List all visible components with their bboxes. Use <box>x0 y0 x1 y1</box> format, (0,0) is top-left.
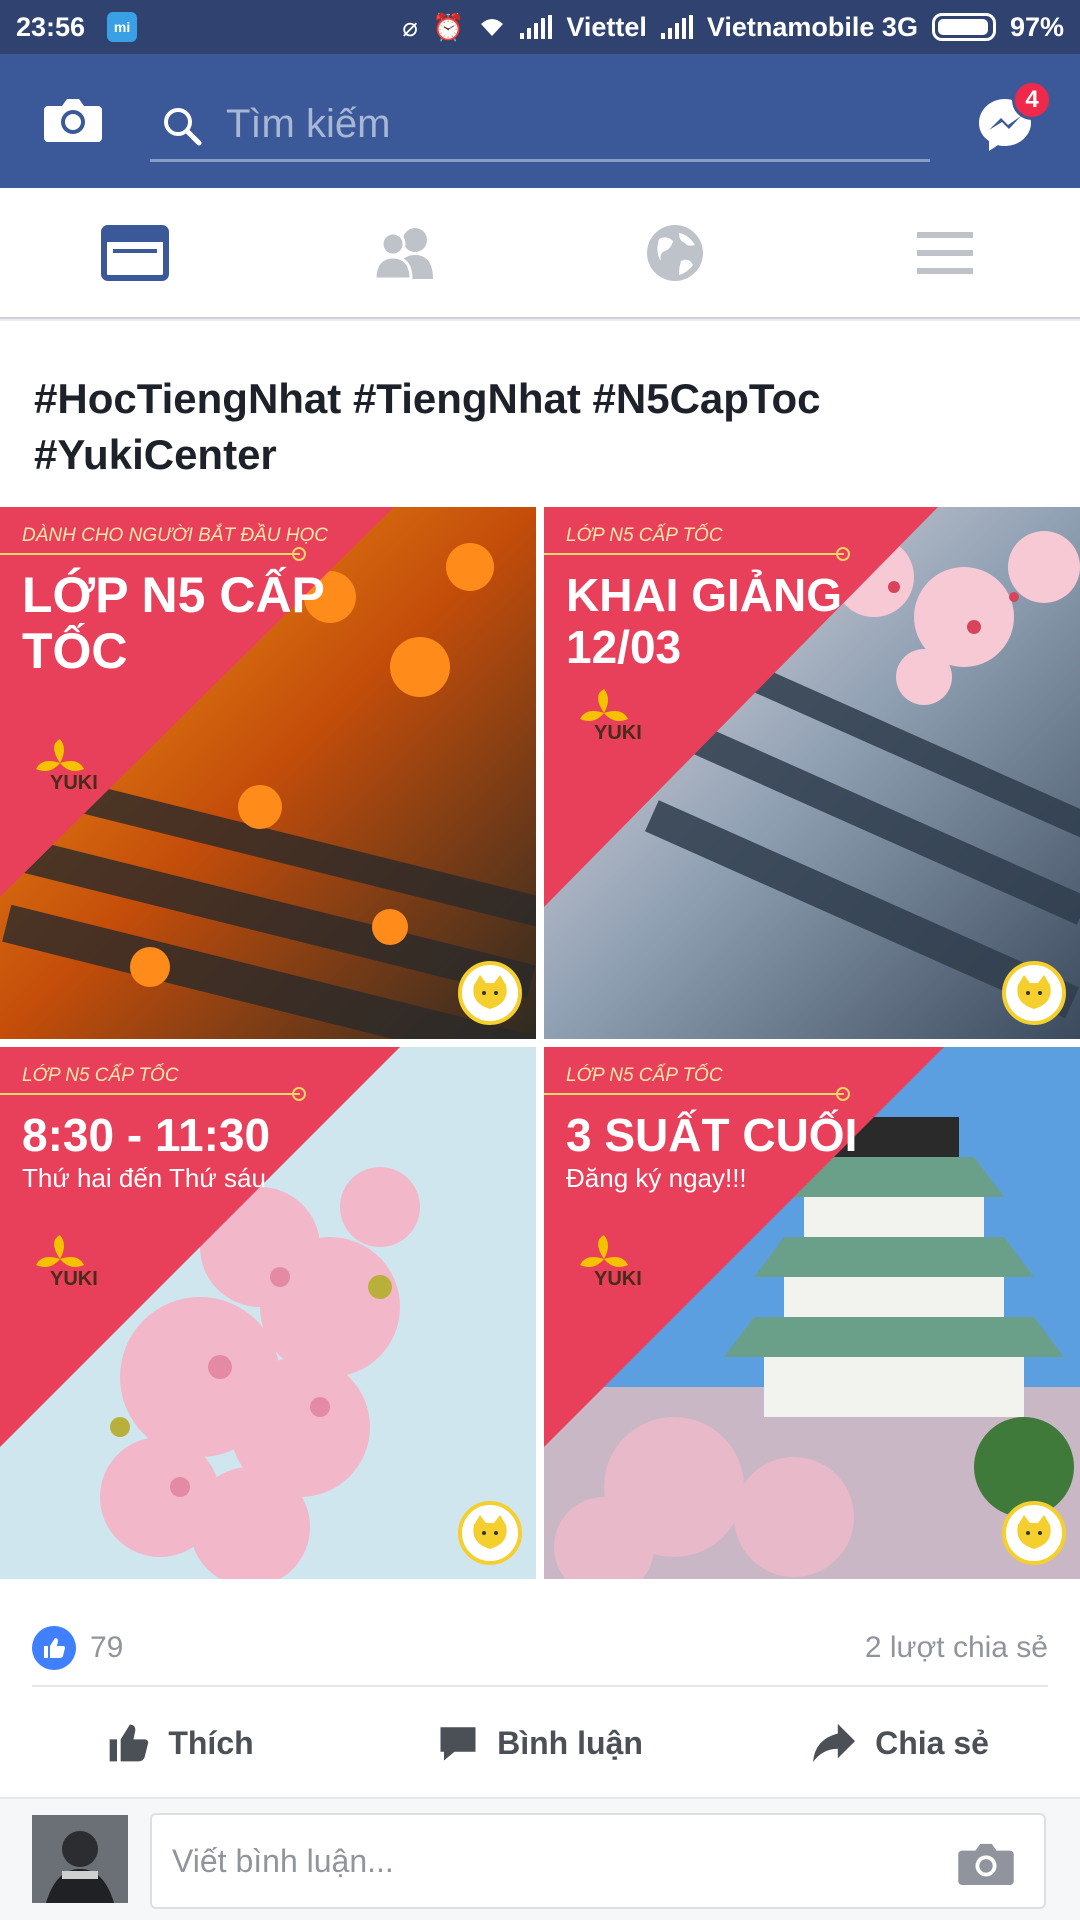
tile-headline: 3 SUẤT CUỐI <box>566 1109 858 1161</box>
alarm-icon: ⏰ <box>431 11 465 42</box>
tile-divider <box>0 1093 300 1095</box>
photo-tile-3[interactable]: LỚP N5 CẤP TỐC 8:30 - 11:30 Thứ hai đến … <box>0 1047 536 1579</box>
status-time: 23:56 <box>16 11 86 42</box>
signal-icon <box>520 15 553 39</box>
camera-icon[interactable] <box>44 96 102 142</box>
comment-button[interactable]: Bình luận <box>360 1691 720 1795</box>
avatar[interactable] <box>32 1815 128 1903</box>
mascot-icon <box>458 961 522 1025</box>
tile-divider-dot <box>836 1087 850 1101</box>
messenger-badge: 4 <box>1012 80 1052 120</box>
signal-icon-2 <box>660 15 693 39</box>
yuki-logo: YUKI <box>580 1235 642 1289</box>
yuki-logo-text: YUKI <box>594 722 642 743</box>
yuki-logo: YUKI <box>36 739 98 793</box>
comment-composer <box>0 1797 1080 1920</box>
tab-notifications[interactable] <box>540 188 810 317</box>
comment-input[interactable] <box>172 1833 932 1889</box>
search-icon <box>164 108 202 146</box>
share-label: Chia sẻ <box>875 1724 989 1761</box>
tile-divider <box>544 553 844 555</box>
tab-menu[interactable] <box>810 188 1080 317</box>
tile-kicker: LỚP N5 CẤP TỐC <box>566 525 723 546</box>
comment-label: Bình luận <box>497 1724 643 1761</box>
news-feed-icon <box>101 224 169 281</box>
nav-tabs <box>0 188 1080 319</box>
mascot-icon <box>1002 961 1066 1025</box>
post-stats: 79 2 lượt chia sẻ <box>32 1611 1048 1687</box>
post-text: #HocTiengNhat #TiengNhat #N5CapToc #Yuki… <box>34 375 821 478</box>
tile-divider <box>544 1093 844 1095</box>
photo-grid: DÀNH CHO NGƯỜI BẮT ĐẦU HỌC LỚP N5 CẤP TỐ… <box>0 507 1080 1579</box>
wifi-icon <box>481 19 504 36</box>
carrier-2: Vietnamobile 3G <box>706 11 918 42</box>
yuki-logo: YUKI <box>580 689 642 743</box>
photo-tile-2[interactable]: LỚP N5 CẤP TỐC KHAI GIẢNG 12/03 YUKI <box>544 507 1080 1039</box>
carrier-1: Viettel <box>566 11 647 42</box>
yuki-logo: YUKI <box>36 1235 98 1289</box>
globe-icon <box>647 224 703 281</box>
tile-headline: 8:30 - 11:30 <box>22 1109 271 1161</box>
share-count[interactable]: 2 lượt chia sẻ <box>865 1631 1048 1665</box>
share-arrow-icon <box>813 1723 856 1763</box>
app-header: 4 <box>0 54 1080 188</box>
tile-subline: Thứ hai đến Thứ sáu <box>22 1163 266 1193</box>
mascot-icon <box>458 1501 522 1565</box>
like-label: Thích <box>168 1724 254 1761</box>
camera-icon[interactable] <box>958 1841 1014 1885</box>
tile-divider-dot <box>292 1087 306 1101</box>
tile-divider-dot <box>292 547 306 561</box>
battery-percent: 97% <box>1009 11 1064 42</box>
like-button[interactable]: Thích <box>0 1691 360 1795</box>
post-actions: Thích Bình luận Chia sẻ <box>0 1691 1080 1795</box>
feed-post: #HocTiengNhat #TiengNhat #N5CapToc #Yuki… <box>0 321 1080 1920</box>
status-bar: 23:56 mi ⌀ ⏰ Viettel Vietnamobile 3G 97% <box>0 0 1080 54</box>
tile-kicker: DÀNH CHO NGƯỜI BẮT ĐẦU HỌC <box>22 525 329 546</box>
comment-icon <box>440 1727 476 1761</box>
photo-tile-1[interactable]: DÀNH CHO NGƯỜI BẮT ĐẦU HỌC LỚP N5 CẤP TỐ… <box>0 507 536 1039</box>
status-indicators: ⌀ ⏰ Viettel Vietnamobile 3G 97% <box>402 12 1064 43</box>
search-input[interactable] <box>226 94 906 154</box>
tile-kicker: LỚP N5 CẤP TỐC <box>566 1065 723 1086</box>
like-reaction-icon[interactable] <box>32 1626 76 1670</box>
yuki-logo-text: YUKI <box>50 772 98 793</box>
mascot-icon <box>1002 1501 1066 1565</box>
yuki-logo-text: YUKI <box>50 1268 98 1289</box>
tab-friends[interactable] <box>270 188 540 317</box>
comment-box[interactable] <box>150 1813 1046 1909</box>
tab-news-feed[interactable] <box>0 188 270 317</box>
tile-headline: LỚP N5 CẤP TỐC <box>22 567 325 679</box>
photo-tile-4[interactable]: LỚP N5 CẤP TỐC 3 SUẤT CUỐI Đăng ký ngay!… <box>544 1047 1080 1579</box>
tile-subline: Đăng ký ngay!!! <box>566 1163 747 1193</box>
search-bar[interactable] <box>150 88 930 162</box>
tile-headline: KHAI GIẢNG 12/03 <box>566 569 842 673</box>
friends-icon <box>373 227 433 280</box>
share-button[interactable]: Chia sẻ <box>720 1691 1080 1795</box>
battery-icon <box>931 13 996 41</box>
yuki-logo-text: YUKI <box>594 1268 642 1289</box>
vibrate-off-icon: ⌀ <box>402 11 418 42</box>
mi-app-icon: mi <box>107 12 138 42</box>
thumbs-up-icon <box>109 1724 149 1762</box>
like-count[interactable]: 79 <box>90 1631 123 1665</box>
menu-icon <box>917 231 973 274</box>
tile-divider <box>0 553 300 555</box>
tile-kicker: LỚP N5 CẤP TỐC <box>22 1065 179 1086</box>
tile-divider-dot <box>836 547 850 561</box>
